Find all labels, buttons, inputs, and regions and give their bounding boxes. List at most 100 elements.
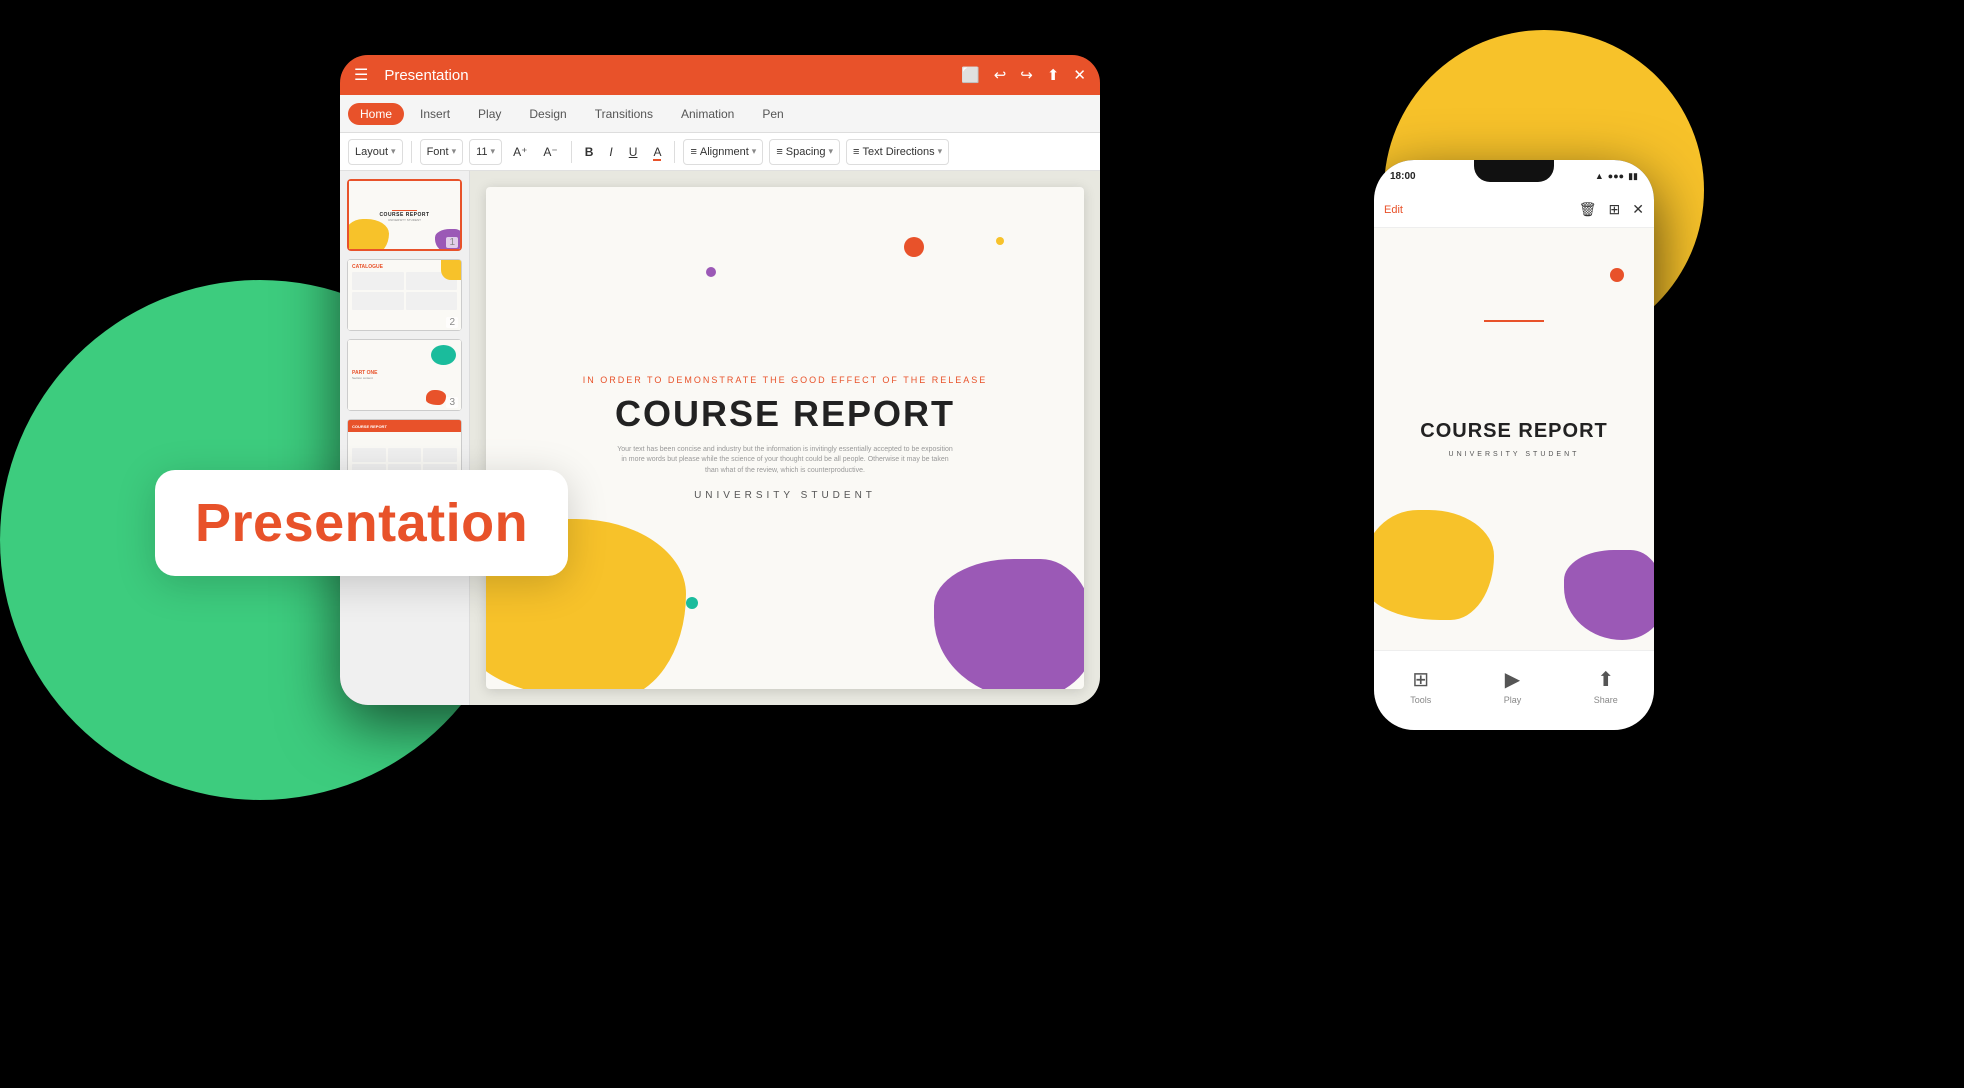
slide-body-text[interactable]: Your text has been concise and industry … [615,445,955,477]
share-icon[interactable]: ⬆ [1047,66,1060,84]
phone-edit-button[interactable]: Edit [1384,204,1403,216]
tab-design[interactable]: Design [517,103,578,125]
phone-slide-title: COURSE REPORT [1420,420,1607,443]
slide-thumb-inner-2: CATALOGUE [347,259,462,331]
phone-status-icons: ▲ ●●● ▮▮ [1595,171,1638,182]
phone-toolbar-icons: 🗑 ⊞ ✕ [1579,201,1644,218]
phone-bottom-bar: ⊞ Tools ▶ Play ⬆ Share [1374,650,1654,730]
font-size-dropdown[interactable]: 11 ▾ [469,139,502,165]
alignment-dropdown[interactable]: ≡ Alignment ▾ [683,139,763,165]
slide-student-label[interactable]: UNIVERSITY STUDENT [694,490,876,501]
italic-button[interactable]: I [604,139,617,165]
purple-dot-shape [706,267,716,277]
toolbar-separator-2 [571,141,572,163]
slide-panel: COURSE REPORT UNIVERSITY STUDENT 1 CATAL… [340,171,470,705]
tab-pen[interactable]: Pen [750,103,795,125]
battery-icon: ▮▮ [1628,171,1638,182]
mini-slide-content-2: CATALOGUE [348,260,461,330]
purple-blob-shape [934,559,1084,689]
layout-chevron-icon: ▾ [391,146,396,157]
phone-play-item[interactable]: ▶ Play [1504,667,1522,705]
font-dropdown[interactable]: Font ▾ [420,139,464,165]
mini-s2-cell [406,292,458,310]
phone-time: 18:00 [1390,171,1416,182]
undo-icon[interactable]: ↩ [994,66,1007,84]
mini-slide-content-1: COURSE REPORT UNIVERSITY STUDENT [349,181,460,249]
increase-font-button[interactable]: A⁺ [508,139,532,165]
slide-thumbnail-2[interactable]: CATALOGUE 2 [347,259,462,331]
spacing-label: Spacing [786,146,826,158]
main-slide-area: IN ORDER TO DEMONSTRATE THE GOOD EFFECT … [470,171,1100,705]
mini-s2-grid [352,272,457,310]
wifi-icon: ▲ [1595,171,1604,181]
tablet-content-area: COURSE REPORT UNIVERSITY STUDENT 1 CATAL… [340,171,1100,705]
menu-icon[interactable]: ☰ [354,65,368,85]
underline-button[interactable]: U [624,139,643,165]
close-icon[interactable]: ✕ [1073,66,1086,84]
text-direction-chevron-icon: ▾ [938,146,943,157]
font-chevron-icon: ▾ [452,146,457,157]
alignment-chevron-icon: ▾ [752,146,757,157]
phone-notch [1474,160,1554,182]
phone-purple-blob [1564,550,1654,640]
bold-button[interactable]: B [580,139,599,165]
mini-s4-cell [352,448,386,462]
play-label: Play [1504,695,1522,705]
presentation-label-text: Presentation [195,493,528,553]
alignment-icon: ≡ [690,146,696,158]
mini-slide-content-3: PART ONE Section content [348,340,461,410]
phone-tools-item[interactable]: ⊞ Tools [1410,667,1431,705]
phone-close-icon[interactable]: ✕ [1632,201,1644,218]
spacing-icon: ≡ [776,146,782,158]
mini-blob-orange [426,390,446,405]
layout-label: Layout [355,146,388,158]
slide-number-3: 3 [446,397,458,408]
share-label: Share [1594,695,1618,705]
formatting-toolbar: Layout ▾ Font ▾ 11 ▾ A⁺ A⁻ B I U A ≡ Ali… [340,133,1100,171]
tools-label: Tools [1410,695,1431,705]
tab-play[interactable]: Play [466,103,513,125]
slide-thumbnail-1[interactable]: COURSE REPORT UNIVERSITY STUDENT 1 [347,179,462,251]
tablet-topbar: ☰ Presentation ⬜ ↩ ↪ ⬆ ✕ [340,55,1100,95]
mini-s2-accent [441,260,461,280]
slide-thumb-inner-3: PART ONE Section content [347,339,462,411]
font-color-button[interactable]: A [648,139,666,165]
phone-yellow-blob [1374,510,1494,620]
mini-s4-cell [388,448,422,462]
phone-trash-icon[interactable]: 🗑 [1579,201,1597,218]
mini-s4-header: COURSE REPORT [348,420,461,432]
phone-orange-line [1484,320,1544,322]
font-size-value: 11 [476,146,487,158]
text-direction-icon: ≡ [853,146,859,158]
slide-canvas[interactable]: IN ORDER TO DEMONSTRATE THE GOOD EFFECT … [486,187,1084,689]
presentation-label-card: Presentation [155,470,568,576]
redo-icon[interactable]: ↪ [1020,66,1033,84]
layout-dropdown[interactable]: Layout ▾ [348,139,403,165]
mini-s2-cell [352,292,404,310]
alignment-label: Alignment [700,146,749,158]
orange-dot-shape [904,237,924,257]
mini-slide-subtitle: UNIVERSITY STUDENT [388,218,421,222]
phone-toolbar: Edit 🗑 ⊞ ✕ [1374,192,1654,228]
slide-subtitle-small: IN ORDER TO DEMONSTRATE THE GOOD EFFECT … [583,375,988,385]
tab-insert[interactable]: Insert [408,103,462,125]
window-icon[interactable]: ⬜ [961,66,980,84]
decrease-font-button[interactable]: A⁻ [538,139,562,165]
slide-thumbnail-3[interactable]: PART ONE Section content 3 [347,339,462,411]
tab-transitions[interactable]: Transitions [583,103,665,125]
signal-icon: ●●● [1608,171,1624,181]
phone-share-item[interactable]: ⬆ Share [1594,667,1618,705]
slide-main-title[interactable]: COURSE REPORT [615,393,955,435]
play-icon: ▶ [1505,667,1520,692]
mini-s4-cell [423,448,457,462]
tablet-device: ☰ Presentation ⬜ ↩ ↪ ⬆ ✕ Home Insert Pla… [340,55,1100,705]
tab-animation[interactable]: Animation [669,103,746,125]
tab-home[interactable]: Home [348,103,404,125]
tools-icon: ⊞ [1412,667,1429,692]
spacing-chevron-icon: ▾ [829,146,834,157]
spacing-dropdown[interactable]: ≡ Spacing ▾ [769,139,840,165]
phone-grid-icon[interactable]: ⊞ [1609,201,1621,218]
text-direction-dropdown[interactable]: ≡ Text Directions ▾ [846,139,949,165]
mini-s3-sub: Section content [352,376,373,380]
slide-number-1: 1 [446,237,458,248]
